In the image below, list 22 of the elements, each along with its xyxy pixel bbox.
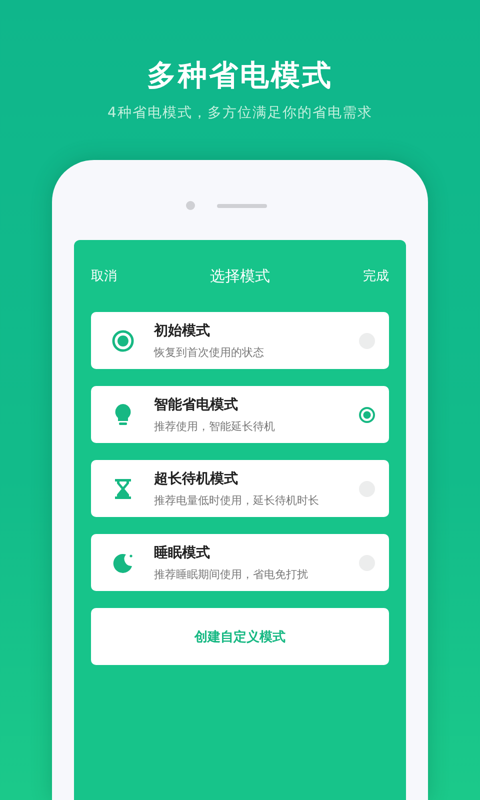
mode-name: 初始模式 (154, 322, 211, 340)
mode-card[interactable]: 睡眠模式 推荐睡眠期间使用，省电免打扰 (91, 534, 389, 591)
mode-name: 超长待机模式 (154, 470, 239, 488)
subtitle: 4种省电模式，多方位满足你的省电需求 (108, 104, 372, 123)
lightbulb-icon (114, 402, 132, 426)
mode-name: 睡眠模式 (154, 544, 211, 562)
mode-description: 推荐睡眠期间使用，省电免打扰 (154, 566, 309, 582)
target-icon (112, 330, 134, 352)
radio-button[interactable] (359, 406, 375, 422)
mode-description: 恢复到首次使用的状态 (154, 344, 265, 360)
mode-name: 智能省电模式 (154, 396, 239, 414)
hourglass-icon (114, 478, 132, 500)
mode-card[interactable]: 初始模式 恢复到首次使用的状态 (91, 312, 389, 369)
mode-card[interactable]: 智能省电模式 推荐使用，智能延长待机 (91, 386, 389, 443)
mode-description: 推荐电量低时使用，延长待机时长 (154, 492, 320, 508)
speaker-icon (216, 204, 266, 208)
moon-icon (112, 552, 134, 574)
headline: 多种省电模式 (147, 57, 333, 94)
screen-title: 选择模式 (210, 266, 270, 286)
camera-icon (186, 201, 194, 210)
mode-card[interactable]: 超长待机模式 推荐电量低时使用，延长待机时长 (91, 460, 389, 517)
mode-description: 推荐使用，智能延长待机 (154, 418, 276, 434)
